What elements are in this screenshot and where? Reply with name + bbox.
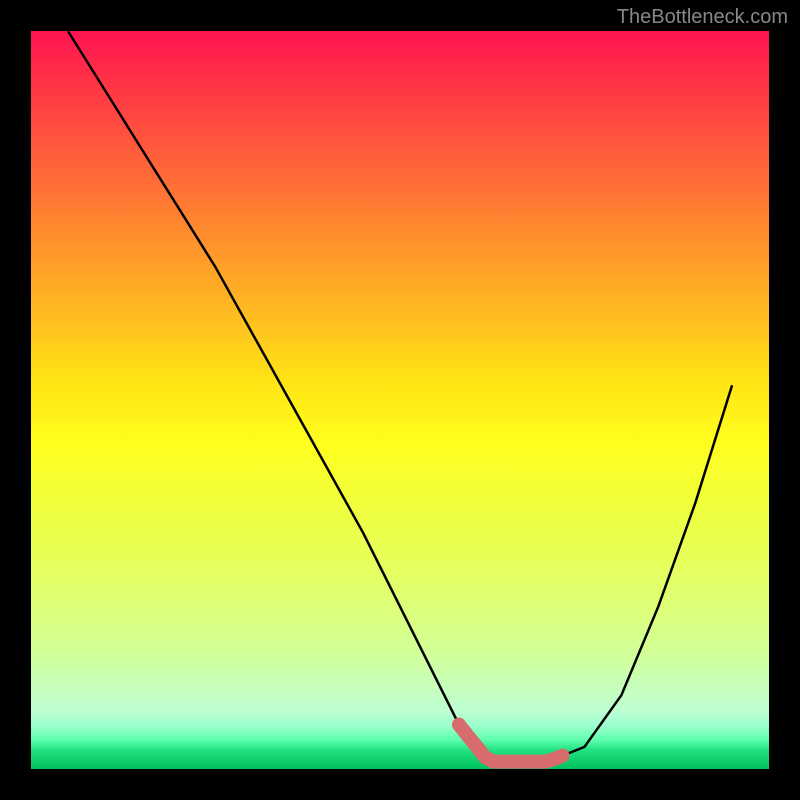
- optimal-range-highlight: [31, 31, 769, 769]
- attribution-text: TheBottleneck.com: [617, 6, 788, 29]
